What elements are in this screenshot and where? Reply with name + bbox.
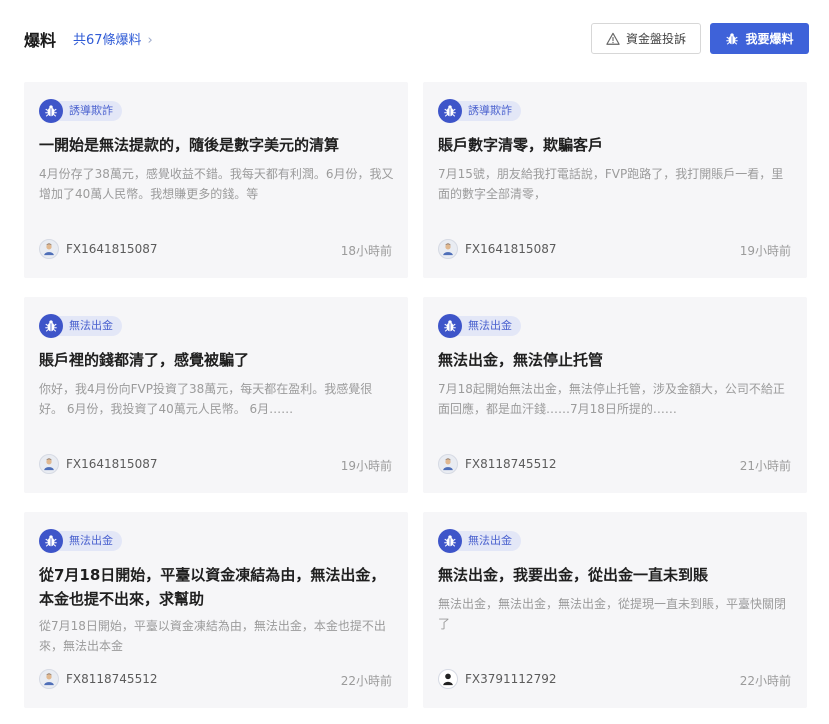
report-summary: 7月15號，朋友給我打電話說，FVP跑路了，我打開賬戶一看，里面的數字全部清零， — [438, 167, 784, 201]
report-card[interactable]: 誘導欺詐 賬戶數字清零，欺騙客戶 7月15號，朋友給我打電話說，FVP跑路了，我… — [423, 82, 807, 278]
report-title: 賬戶數字清零，欺騙客戶 — [438, 136, 604, 154]
report-count-link[interactable]: 共67條爆料 › — [73, 29, 153, 48]
report-summary: 你好，我4月份向FVP投資了38萬元，每天都在盈利。我感覺很好。 6月份，我投資… — [39, 382, 373, 416]
category-label: 誘導欺詐 — [53, 101, 122, 121]
category-label: 無法出金 — [53, 316, 122, 336]
post-time: 19小時前 — [739, 244, 791, 258]
page: 爆料 共67條爆料 › 資金盤投訴 我要爆料 誘導欺詐 一開始是無法提款的，隨後… — [0, 0, 829, 724]
post-time: 22小時前 — [340, 674, 392, 688]
avatar — [438, 669, 458, 689]
report-count-text: 共67條爆料 — [73, 33, 142, 48]
bug-icon — [438, 99, 462, 123]
report-summary: 從7月18日開始，平臺以資金凍結為由，無法出金，本金也提不出來，無法出本金 — [39, 619, 386, 653]
reporter: FX3791112792 — [438, 669, 556, 689]
category-label: 誘導欺詐 — [452, 101, 521, 121]
post-time: 19小時前 — [340, 459, 392, 473]
page-title: 爆料 — [24, 31, 57, 50]
reporter-id: FX8118745512 — [66, 672, 158, 686]
report-card[interactable]: 無法出金 無法出金，我要出金，從出金一直未到賬 無法出金，無法出金，無法出金，從… — [423, 512, 807, 708]
post-time: 22小時前 — [739, 674, 791, 688]
avatar — [39, 669, 59, 689]
complaint-label: 資金盤投訴 — [625, 32, 686, 46]
category-tag: 無法出金 — [39, 314, 122, 338]
avatar — [438, 239, 458, 259]
bug-icon — [726, 32, 739, 45]
submit-report-button[interactable]: 我要爆料 — [710, 23, 809, 54]
report-card[interactable]: 無法出金 賬戶裡的錢都清了，感覺被騙了 你好，我4月份向FVP投資了38萬元，每… — [24, 297, 408, 493]
report-summary: 無法出金，無法出金，無法出金，從提現一直未到賬，平臺快關閉了 — [438, 597, 787, 631]
reporter-id: FX3791112792 — [465, 672, 557, 686]
category-tag: 誘導欺詐 — [39, 99, 122, 123]
reporter: FX8118745512 — [438, 454, 556, 474]
bug-icon — [438, 314, 462, 338]
avatar — [39, 454, 59, 474]
reporter-id: FX8118745512 — [465, 457, 557, 471]
reporter-id: FX1641815087 — [66, 242, 158, 256]
reporter: FX8118745512 — [39, 669, 157, 689]
bug-icon — [39, 99, 63, 123]
report-summary: 4月份存了38萬元，感覺收益不錯。我每天都有利潤。6月份，我又增加了40萬人民幣… — [39, 167, 394, 201]
category-label: 無法出金 — [452, 316, 521, 336]
bug-icon — [39, 314, 63, 338]
report-title: 無法出金，我要出金，從出金一直未到賬 — [438, 566, 709, 584]
report-card[interactable]: 無法出金 從7月18日開始，平臺以資金凍結為由，無法出金，本金也提不出來，求幫助… — [24, 512, 408, 708]
category-tag: 無法出金 — [438, 529, 521, 553]
fund-scheme-complaint-button[interactable]: 資金盤投訴 — [591, 23, 701, 54]
chevron-right-icon: › — [147, 33, 153, 48]
report-label: 我要爆料 — [745, 32, 794, 46]
report-card[interactable]: 誘導欺詐 一開始是無法提款的，隨後是數字美元的清算 4月份存了38萬元，感覺收益… — [24, 82, 408, 278]
report-title: 從7月18日開始，平臺以資金凍結為由，無法出金，本金也提不出來，求幫助 — [39, 566, 386, 608]
reporter: FX1641815087 — [39, 454, 157, 474]
report-title: 一開始是無法提款的，隨後是數字美元的清算 — [39, 136, 340, 154]
report-summary: 7月18起開始無法出金，無法停止托管，涉及金額大，公司不給正面回應，都是血汗錢…… — [438, 382, 785, 416]
category-label: 無法出金 — [53, 531, 122, 551]
reporter-id: FX1641815087 — [465, 242, 557, 256]
post-time: 21小時前 — [739, 459, 791, 473]
report-card[interactable]: 無法出金 無法出金，無法停止托管 7月18起開始無法出金，無法停止托管，涉及金額… — [423, 297, 807, 493]
category-tag: 無法出金 — [39, 529, 122, 553]
category-tag: 誘導欺詐 — [438, 99, 521, 123]
post-time: 18小時前 — [340, 244, 392, 258]
category-tag: 無法出金 — [438, 314, 521, 338]
report-title: 賬戶裡的錢都清了，感覺被騙了 — [39, 351, 250, 369]
bug-icon — [438, 529, 462, 553]
header: 爆料 共67條爆料 › 資金盤投訴 我要爆料 — [0, 0, 829, 70]
warning-icon — [606, 32, 620, 45]
bug-icon — [39, 529, 63, 553]
reporter-id: FX1641815087 — [66, 457, 158, 471]
reporter: FX1641815087 — [39, 239, 157, 259]
reporter: FX1641815087 — [438, 239, 556, 259]
avatar — [438, 454, 458, 474]
avatar — [39, 239, 59, 259]
report-title: 無法出金，無法停止托管 — [438, 351, 604, 369]
category-label: 無法出金 — [452, 531, 521, 551]
